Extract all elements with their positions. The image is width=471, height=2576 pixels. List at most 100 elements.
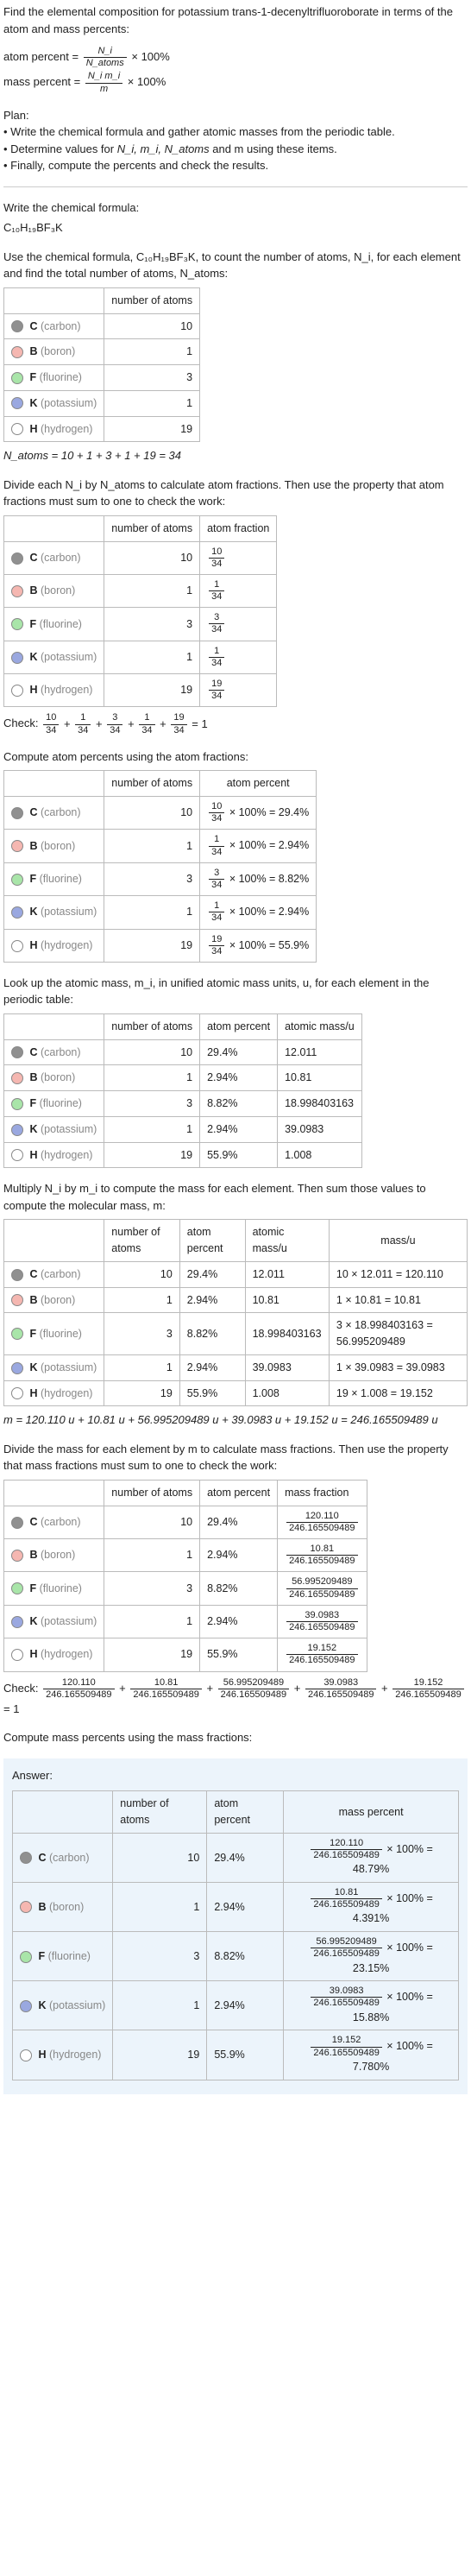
element-name: (fluorine) [40,618,82,630]
col-atomic-mass: atomic mass/u [245,1220,329,1262]
table-row: H (hydrogen) 19 55.9% 19.152246.16550948… [13,2030,459,2080]
table-header-row: number of atoms atom percent [4,771,317,797]
atom-fractions-heading: Divide each N_i by N_atoms to calculate … [3,477,468,510]
n-atoms-cell: 10 [104,313,200,339]
element-cell-hydrogen: H (hydrogen) [4,674,104,707]
element-symbol: B [29,1294,37,1306]
fraction: 334 [209,612,224,635]
fraction: 56.995209489246.165509489 [311,1936,381,1960]
element-cell-potassium: K (potassium) [4,641,104,673]
write-formula-section: Write the chemical formula: C₁₀H₁₉BF₃K [3,199,468,237]
element-cell-potassium: K (potassium) [13,1981,113,2030]
col-atom-percent: atom percent [200,1013,278,1039]
fraction: 56.995209489246.165509489 [218,1677,289,1701]
element-name: (hydrogen) [41,1648,92,1660]
element-cell-boron: B (boron) [4,1287,104,1313]
element-symbol: H [29,684,37,696]
col-number-of-atoms: number of atoms [113,1791,207,1834]
element-cell-fluorine: F (fluorine) [4,1091,104,1117]
table-row: C (carbon) 10 29.4% 12.011 [4,1039,362,1065]
element-name: (hydrogen) [41,939,92,951]
n-atoms-cell: 19 [104,1142,200,1168]
element-swatch-icon [20,2000,32,2012]
element-swatch-icon [11,1649,23,1661]
fraction: 134 [139,712,154,736]
element-name: (boron) [41,1294,75,1306]
element-swatch-icon [11,1517,23,1529]
col-mass-fraction: mass fraction [278,1480,367,1506]
element-swatch-icon [11,1550,23,1562]
n-atoms-cell: 1 [104,574,200,607]
atom-percent-cell: 1034 × 100% = 29.4% [200,797,317,830]
fraction: 134 [209,834,224,857]
element-name: (fluorine) [40,371,82,383]
element-symbol: F [29,1582,36,1594]
mass-percent-formula: mass percent = N_i m_i m × 100% [3,71,468,94]
fraction: 1934 [171,712,186,736]
natoms-sum: N_atoms = 10 + 1 + 3 + 1 + 19 = 34 [3,447,468,464]
element-name: (carbon) [41,320,81,332]
col-mass-percent: mass percent [284,1791,459,1834]
atom-percent-cell: 8.82% [200,1572,278,1605]
element-cell-boron: B (boron) [4,339,104,365]
atomic-mass-cell: 1.008 [245,1380,329,1406]
n-atoms-cell: 1 [104,339,200,365]
element-swatch-icon [11,1582,23,1594]
n-atoms-cell: 1 [104,1605,200,1638]
element-swatch-icon [11,1362,23,1374]
element-name: (boron) [41,345,75,357]
mass-u-cell: 1 × 39.0983 = 39.0983 [329,1354,467,1380]
element-symbol: H [38,2049,46,2061]
atom-percents-heading: Compute atom percents using the atom fra… [3,748,468,766]
table-header-row: number of atoms atom percent mass fracti… [4,1480,367,1506]
element-name: (hydrogen) [49,2049,101,2061]
atomic-mass-cell: 1.008 [278,1142,362,1168]
atom-percent-cell: 55.9% [200,1638,278,1671]
element-swatch-icon [11,840,23,852]
n-atoms-cell: 10 [113,1833,207,1882]
table-row: F (fluorine) 3 8.82% 18.998403163 [4,1091,362,1117]
mass-percent-cell: 19.152246.165509489 × 100% = 7.780% [284,2030,459,2080]
col-atom-percent: atom percent [200,1480,278,1506]
element-symbol: H [29,423,37,435]
element-cell-boron: B (boron) [13,1883,113,1932]
element-name: (carbon) [41,552,81,564]
n-atoms-cell: 1 [104,1116,200,1142]
element-cell-potassium: K (potassium) [4,1354,104,1380]
element-name: (fluorine) [40,1097,82,1109]
element-swatch-icon [11,1269,23,1281]
element-symbol: C [29,806,37,818]
element-symbol: C [29,1268,37,1280]
atom-percent-cell: 29.4% [200,1039,278,1065]
atomic-mass-table: number of atoms atom percent atomic mass… [3,1013,362,1169]
atom-percents-table: number of atoms atom percent C (carbon) … [3,770,317,963]
n-atoms-cell: 3 [104,1313,180,1355]
table-row: C (carbon) 10 29.4% 120.110246.165509489 [4,1506,367,1538]
col-atomic-mass: atomic mass/u [278,1013,362,1039]
table-row: H (hydrogen) 19 55.9% 1.008 [4,1142,362,1168]
element-name: (potassium) [41,651,97,663]
atomic-mass-cell: 18.998403163 [245,1313,329,1355]
element-name: (carbon) [41,1268,81,1280]
n-atoms-cell: 3 [104,1572,200,1605]
element-symbol: F [29,1328,36,1340]
plan-line-1: • Write the chemical formula and gather … [3,123,468,141]
element-swatch-icon [11,1046,23,1058]
element-symbol: C [29,1516,37,1528]
atom-percents-section: Compute atom percents using the atom fra… [3,748,468,963]
check-mass-fractions: Check: 120.110246.165509489 + 10.81246.1… [3,1677,468,1718]
col-atom-percent: atom percent [207,1791,284,1834]
element-swatch-icon [20,2049,32,2061]
element-name: (fluorine) [48,1950,91,1962]
times-100: × 100% [131,50,169,63]
atom-percent-cell: 2.94% [200,1605,278,1638]
col-atom-fraction: atom fraction [200,515,277,541]
element-cell-hydrogen: H (hydrogen) [13,2030,113,2080]
n-atoms-cell: 10 [104,1039,200,1065]
table-row: B (boron) 1 2.94% 10.81 1 × 10.81 = 10.8… [4,1287,468,1313]
n-atoms-cell: 10 [104,1506,200,1538]
n-atoms-cell: 1 [113,1883,207,1932]
atom-percent-label: atom percent = [3,50,78,63]
fraction: 334 [107,712,122,736]
mass-percent-cell: 39.0983246.165509489 × 100% = 15.88% [284,1981,459,2030]
